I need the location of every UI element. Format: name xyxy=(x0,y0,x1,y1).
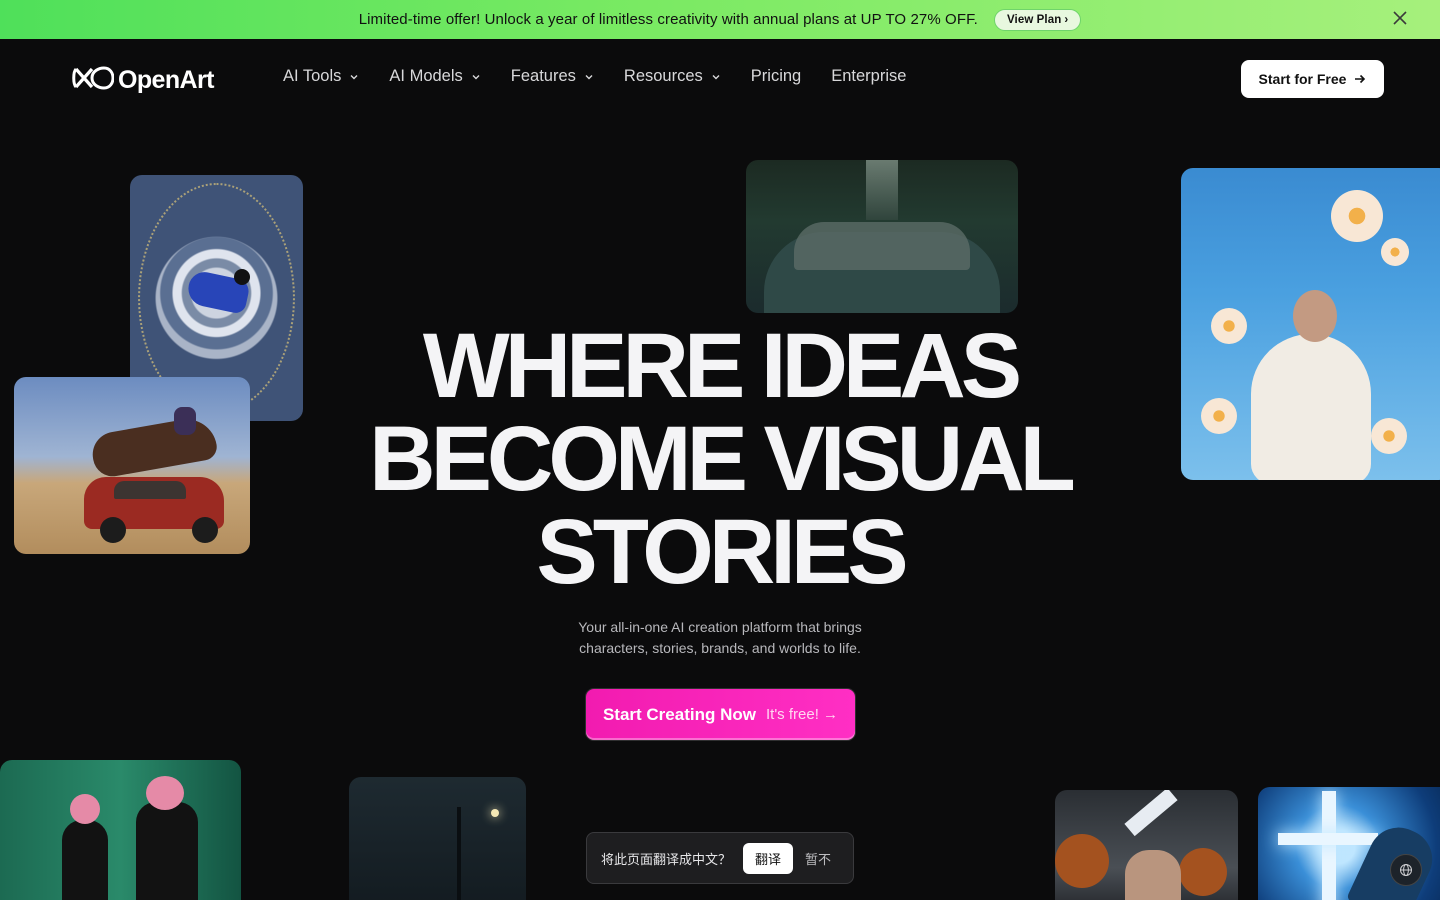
chevron-down-icon xyxy=(585,74,593,79)
translate-decline-button[interactable]: 暂不 xyxy=(805,849,831,868)
promo-banner: Limited-time offer! Unlock a year of lim… xyxy=(0,0,1440,39)
globe-icon[interactable] xyxy=(1390,854,1422,886)
nav-item-label: Enterprise xyxy=(831,67,907,85)
hero-subtitle-line: Your all-in-one AI creation platform tha… xyxy=(578,619,862,635)
gallery-image-vintage-car xyxy=(746,160,1018,313)
nav-item-label: AI Models xyxy=(389,67,463,85)
arrow-right-icon xyxy=(1355,74,1366,84)
start-creating-label: Start Creating Now xyxy=(602,704,756,724)
translate-prompt: 将此页面翻译成中文？ 翻译 暂不 xyxy=(586,832,854,884)
logo[interactable]: OpenArt xyxy=(72,65,214,96)
nav-item-ai-tools[interactable]: AI Tools xyxy=(283,67,359,86)
logo-text: OpenArt xyxy=(118,66,214,94)
top-nav: OpenArt AI Tools AI Models Features Reso… xyxy=(0,39,1440,119)
nav-item-pricing[interactable]: Pricing xyxy=(751,67,801,86)
its-free-label: It's free! → xyxy=(765,706,839,723)
close-icon[interactable] xyxy=(1392,10,1408,26)
gallery-image-bride-flowers xyxy=(1181,168,1440,480)
hero-title: WHERE IDEAS BECOME VISUAL STORIES xyxy=(320,320,1120,599)
hero-subtitle-line: characters, stories, brands, and worlds … xyxy=(579,640,861,656)
translate-accept-button[interactable]: 翻译 xyxy=(743,842,794,874)
nav-item-features[interactable]: Features xyxy=(511,67,594,86)
gallery-image-night-street xyxy=(349,777,526,900)
nav-item-label: Pricing xyxy=(750,67,802,85)
view-plan-button[interactable]: View Plan › xyxy=(993,8,1082,31)
nav-item-label: Resources xyxy=(623,67,703,85)
start-for-free-button[interactable]: Start for Free xyxy=(1241,60,1384,98)
hero-title-line: STORIES xyxy=(536,501,908,603)
chevron-right-icon: › xyxy=(1064,13,1069,26)
hero-title-line: WHERE IDEAS xyxy=(422,315,1022,417)
nav-menu: AI Tools AI Models Features Resources Pr… xyxy=(283,67,906,86)
chevron-down-icon xyxy=(472,74,480,79)
nav-item-ai-models[interactable]: AI Models xyxy=(389,67,480,86)
gallery-image-basketball xyxy=(1055,790,1238,900)
chevron-down-icon xyxy=(350,74,358,79)
hero-title-line: BECOME VISUAL xyxy=(369,408,1076,510)
openart-logo-icon xyxy=(72,65,115,96)
chevron-down-icon xyxy=(712,74,720,79)
translate-question: 将此页面翻译成中文？ xyxy=(601,851,732,867)
start-creating-button[interactable]: Start Creating Now It's free! → xyxy=(586,689,855,740)
promo-text: Limited-time offer! Unlock a year of lim… xyxy=(358,11,978,28)
start-for-free-label: Start for Free xyxy=(1258,71,1347,87)
nav-item-resources[interactable]: Resources xyxy=(624,67,721,86)
nav-item-label: Features xyxy=(510,67,576,85)
nav-item-enterprise[interactable]: Enterprise xyxy=(831,67,906,86)
gallery-image-locker-room xyxy=(0,760,241,900)
gallery-image-horse-car xyxy=(14,377,250,554)
view-plan-label: View Plan xyxy=(1006,13,1062,26)
nav-item-label: AI Tools xyxy=(283,67,342,85)
hero-subtitle: Your all-in-one AI creation platform tha… xyxy=(560,617,880,659)
